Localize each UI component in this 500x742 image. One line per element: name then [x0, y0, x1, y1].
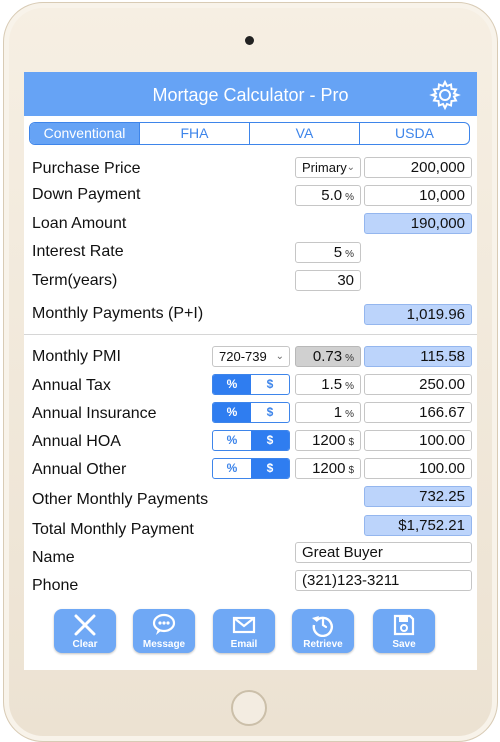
other-monthly-label: Other Monthly Payments [32, 491, 209, 508]
credit-score-value: 720-739 [219, 349, 267, 364]
clear-button-label: Clear [72, 639, 98, 650]
percent-unit: % [345, 353, 354, 364]
down-payment-percent-input[interactable]: 5.0% [295, 185, 361, 206]
down-payment-amount-input[interactable]: 10,000 [364, 185, 472, 206]
annual-tax-input[interactable]: 1.5% [295, 374, 361, 395]
message-button[interactable]: Message [133, 609, 195, 653]
down-payment-percent-value: 5.0 [321, 187, 343, 204]
annual-tax-label: Annual Tax [32, 377, 111, 394]
annual-other-mode-toggle: % $ [212, 458, 290, 479]
purchase-price-input[interactable]: 200,000 [364, 157, 472, 178]
annual-tax-dollar-option[interactable]: $ [251, 375, 289, 394]
home-button[interactable] [231, 690, 267, 726]
close-icon [74, 614, 96, 636]
chat-bubble-icon [152, 613, 176, 635]
annual-hoa-input[interactable]: 1200 $ [295, 430, 361, 451]
dollar-unit: $ [348, 465, 354, 476]
name-input[interactable]: Great Buyer [295, 542, 472, 563]
term-input[interactable]: 30 [295, 270, 361, 291]
annual-tax-input-value: 1.5 [321, 376, 343, 393]
annual-other-dollar-option[interactable]: $ [251, 459, 289, 478]
interest-rate-input[interactable]: 5% [295, 242, 361, 263]
envelope-icon [232, 616, 256, 634]
pmi-rate-number: 0.73 [312, 348, 343, 365]
monthly-pi-value: 1,019.96 [364, 304, 472, 325]
chevron-down-icon: ⌄ [346, 162, 355, 173]
annual-insurance-input-value: 1 [333, 404, 343, 421]
history-icon [312, 616, 333, 637]
title-bar: Mortage Calculator - Pro [24, 72, 477, 116]
section-divider [24, 334, 477, 335]
annual-hoa-input-value: 1200 [312, 432, 346, 449]
save-button[interactable]: Save [373, 609, 435, 653]
credit-score-select[interactable]: 720-739 ⌄ [212, 346, 290, 367]
loan-type-tabs: Conventional FHA VA USDA [29, 122, 470, 145]
other-monthly-value: 732.25 [364, 486, 472, 507]
annual-other-percent-option[interactable]: % [213, 459, 251, 478]
percent-unit: % [345, 249, 354, 260]
app-screen: Mortage Calculator - Pro Conventional FH… [24, 72, 477, 670]
annual-hoa-value: 100.00 [364, 430, 472, 451]
chevron-down-icon: ⌄ [275, 351, 284, 362]
annual-hoa-percent-option[interactable]: % [213, 431, 251, 450]
annual-other-input[interactable]: 1200 $ [295, 458, 361, 479]
annual-hoa-mode-toggle: % $ [212, 430, 290, 451]
gear-icon[interactable] [429, 79, 461, 111]
annual-hoa-label: Annual HOA [32, 433, 121, 450]
occupancy-select[interactable]: Primary ⌄ [295, 157, 361, 178]
tab-fha[interactable]: FHA [139, 123, 249, 144]
tab-conventional[interactable]: Conventional [30, 123, 139, 144]
camera-dot [245, 36, 254, 45]
occupancy-value: Primary [302, 160, 347, 175]
total-monthly-value: $1,752.21 [364, 515, 472, 536]
loan-amount-value: 190,000 [364, 213, 472, 234]
down-payment-label: Down Payment [32, 186, 141, 203]
retrieve-button[interactable]: Retrieve [292, 609, 354, 653]
name-label: Name [32, 549, 75, 566]
annual-insurance-percent-option[interactable]: % [213, 403, 251, 422]
phone-input[interactable]: (321)123-3211 [295, 570, 472, 591]
retrieve-button-label: Retrieve [303, 639, 343, 650]
loan-amount-label: Loan Amount [32, 215, 127, 232]
annual-other-label: Annual Other [32, 461, 127, 478]
term-label: Term(years) [32, 272, 118, 289]
annual-insurance-mode-toggle: % $ [212, 402, 290, 423]
percent-unit: % [345, 381, 354, 392]
annual-insurance-label: Annual Insurance [32, 405, 157, 422]
tab-va[interactable]: VA [249, 123, 359, 144]
annual-other-value: 100.00 [364, 458, 472, 479]
email-button[interactable]: Email [213, 609, 275, 653]
annual-insurance-input[interactable]: 1% [295, 402, 361, 423]
message-button-label: Message [142, 639, 186, 650]
interest-rate-label: Interest Rate [32, 243, 124, 260]
purchase-price-label: Purchase Price [32, 160, 141, 177]
pmi-rate-value: 0.73% [295, 346, 361, 367]
total-monthly-label: Total Monthly Payment [32, 521, 194, 538]
percent-unit: % [345, 409, 354, 420]
annual-hoa-dollar-option[interactable]: $ [251, 431, 289, 450]
tab-usda[interactable]: USDA [359, 123, 469, 144]
annual-tax-percent-option[interactable]: % [213, 375, 251, 394]
floppy-disk-icon [393, 614, 415, 636]
clear-button[interactable]: Clear [54, 609, 116, 653]
annual-tax-mode-toggle: % $ [212, 374, 290, 395]
monthly-pmi-label: Monthly PMI [32, 348, 121, 365]
monthly-pi-label: Monthly Payments (P+I) [32, 305, 204, 322]
page-title: Mortage Calculator - Pro [152, 85, 349, 105]
annual-insurance-dollar-option[interactable]: $ [251, 403, 289, 422]
save-button-label: Save [392, 639, 416, 650]
annual-tax-value: 250.00 [364, 374, 472, 395]
phone-label: Phone [32, 577, 79, 594]
monthly-pmi-value: 115.58 [364, 346, 472, 367]
email-button-label: Email [230, 639, 258, 650]
dollar-unit: $ [348, 437, 354, 448]
interest-rate-value: 5 [333, 244, 343, 261]
percent-unit: % [345, 192, 354, 203]
annual-other-input-value: 1200 [312, 460, 346, 477]
annual-insurance-value: 166.67 [364, 402, 472, 423]
